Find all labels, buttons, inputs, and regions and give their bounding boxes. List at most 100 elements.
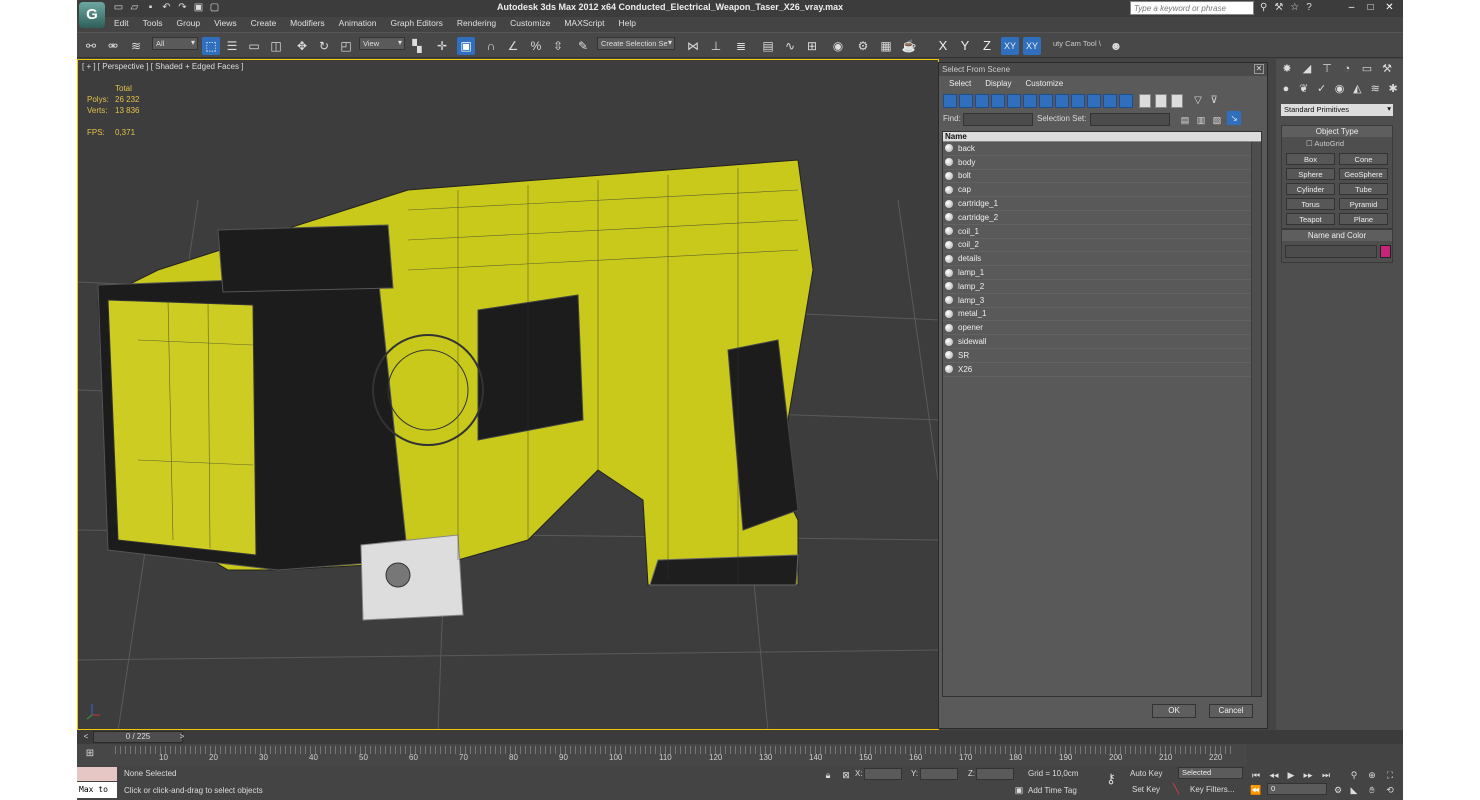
set-key-mode-icon[interactable]: ⚷ [1102,770,1120,788]
time-slider-right-icon[interactable]: > [173,730,191,744]
perspective-viewport[interactable]: [ + ] [ Perspective ] [ Shaded + Edged F… [77,59,939,730]
selection-filter-dropdown[interactable]: All [152,37,198,50]
undo-icon[interactable]: ↶ [161,2,172,13]
select-rotate-icon[interactable]: ↻ [315,37,333,55]
select-manipulate-icon[interactable]: ✛ [433,37,451,55]
keyboard-shortcut-override-icon[interactable]: ▣ [457,37,475,55]
search-input[interactable]: Type a keyword or phrase [1130,1,1254,15]
maxscript-mini-listener[interactable]: Max to [77,782,117,798]
set-key-button[interactable]: Set Key [1132,785,1160,794]
camera-tool-label[interactable]: uty Cam Tool \ [1053,39,1101,48]
maxscript-listener[interactable] [77,767,117,781]
bind-space-warp-icon[interactable]: ≋ [127,37,145,55]
selection-set-dropdown[interactable] [1090,113,1170,126]
layer-manager-icon[interactable]: ≣ [732,37,750,55]
systems-icon[interactable]: ✱ [1386,82,1400,96]
display-geometry-icon[interactable] [943,94,957,108]
unlink-icon[interactable]: ⚮ [104,37,122,55]
list-header-name[interactable]: Name [943,132,1261,142]
percent-snap-icon[interactable]: % [527,37,545,55]
display-frozen-icon[interactable] [1103,94,1117,108]
sphere-button[interactable]: Sphere [1286,168,1335,180]
utilities-tab-icon[interactable]: ⚒ [1379,62,1395,76]
display-shapes-icon[interactable] [959,94,973,108]
select-by-name-icon[interactable]: ☰ [223,37,241,55]
display-hidden-icon[interactable] [1119,94,1133,108]
save-icon[interactable]: ▪ [145,2,156,13]
previous-frame-icon[interactable]: ◂◂ [1265,766,1283,784]
axis-xy-plane-button[interactable]: XY [1023,37,1041,55]
current-frame-field[interactable]: 0 [1267,783,1327,795]
time-tag-icon[interactable]: ▣ [1010,781,1028,799]
menu-tools[interactable]: Tools [136,17,170,31]
display-containers-icon[interactable] [1087,94,1101,108]
schematic-view-icon[interactable]: ⊞ [803,37,821,55]
object-list-item[interactable]: cap [943,183,1261,198]
maximize-icon[interactable]: □ [1361,0,1380,15]
lock-selection-icon[interactable]: 🔒︎ [819,766,837,784]
mini-curve-editor-icon[interactable]: ⊞ [81,745,99,763]
align-icon[interactable]: ⊥ [707,37,725,55]
menu-edit[interactable]: Edit [107,17,136,31]
dialog-close-icon[interactable]: ✕ [1254,64,1264,74]
object-list-item[interactable]: metal_1 [943,308,1261,322]
hierarchy-tab-icon[interactable]: ⊤ [1319,62,1335,76]
menu-group[interactable]: Group [170,17,208,31]
object-list-item[interactable]: back [943,142,1261,156]
name-color-header[interactable]: Name and Color [1282,230,1392,241]
render-production-icon[interactable]: ☕ [900,37,918,55]
spinner-snap-icon[interactable]: ⇳ [549,37,567,55]
key-filters-button[interactable]: Key Filters... [1190,785,1234,794]
reference-coordinate-dropdown[interactable]: View [359,37,405,50]
window-crossing-icon[interactable]: ◫ [267,37,285,55]
plane-button[interactable]: Plane [1339,213,1388,225]
cancel-button[interactable]: Cancel [1209,704,1253,718]
y-coord-field[interactable] [920,768,958,780]
object-list-item[interactable]: sidewall [943,335,1261,349]
select-move-icon[interactable]: ✥ [293,37,311,55]
pan-view-icon[interactable]: ✋︎ [1363,781,1381,799]
display-xrefs-icon[interactable] [1055,94,1069,108]
object-list-item[interactable]: cartridge_1 [943,197,1261,211]
modify-tab-icon[interactable]: ◢ [1299,62,1315,76]
cone-button[interactable]: Cone [1339,153,1388,165]
object-list-item[interactable]: coil_1 [943,225,1261,239]
object-list-item[interactable]: lamp_2 [943,280,1261,294]
geosphere-button[interactable]: GeoSphere [1339,168,1388,180]
tools-icon[interactable]: ⚒ [1274,2,1283,13]
display-space-warps-icon[interactable] [1023,94,1037,108]
minimize-icon[interactable]: – [1342,0,1361,15]
display-groups-icon[interactable] [1039,94,1053,108]
menu-help[interactable]: Help [611,17,642,31]
display-helpers-icon[interactable] [1007,94,1021,108]
helpers-icon[interactable]: ◭ [1350,82,1364,96]
sync-selection-icon[interactable]: ↘ [1227,111,1241,125]
cameras-icon[interactable]: ◉ [1333,82,1347,96]
material-editor-icon[interactable]: ◉ [829,37,847,55]
menu-animation[interactable]: Animation [332,17,384,31]
star-icon[interactable]: ☆ [1290,2,1299,13]
menu-modifiers[interactable]: Modifiers [283,17,331,31]
menu-maxscript[interactable]: MAXScript [557,17,611,31]
link-icon[interactable]: ⚯ [82,37,100,55]
axis-x-button[interactable]: X [934,37,952,55]
angle-snap-icon[interactable]: ∠ [504,37,522,55]
object-name-input[interactable] [1285,245,1377,258]
pyramid-button[interactable]: Pyramid [1339,198,1388,210]
mirror-icon[interactable]: ⋈ [684,37,702,55]
camera-tool-icon[interactable]: ☻ [1107,37,1125,55]
select-invert-icon[interactable]: ▧ [1208,111,1226,129]
display-invert-icon[interactable] [1171,94,1183,108]
time-slider[interactable]: 0 / 225 [93,731,183,743]
orbit-icon[interactable]: ⟲ [1381,781,1399,799]
object-list-item[interactable]: bolt [943,170,1261,184]
object-list-item[interactable]: details [943,252,1261,267]
dialog-menu-select[interactable]: Select [949,79,971,88]
object-color-swatch[interactable] [1380,245,1391,258]
fetch-icon[interactable]: ▢ [209,2,220,13]
geometry-icon[interactable]: ● [1279,82,1293,96]
viewport-label[interactable]: [ + ] [ Perspective ] [ Shaded + Edged F… [82,62,243,71]
list-scrollbar[interactable] [1251,142,1261,696]
menu-graph-editors[interactable]: Graph Editors [383,17,449,31]
display-tab-icon[interactable]: ▭ [1359,62,1375,76]
